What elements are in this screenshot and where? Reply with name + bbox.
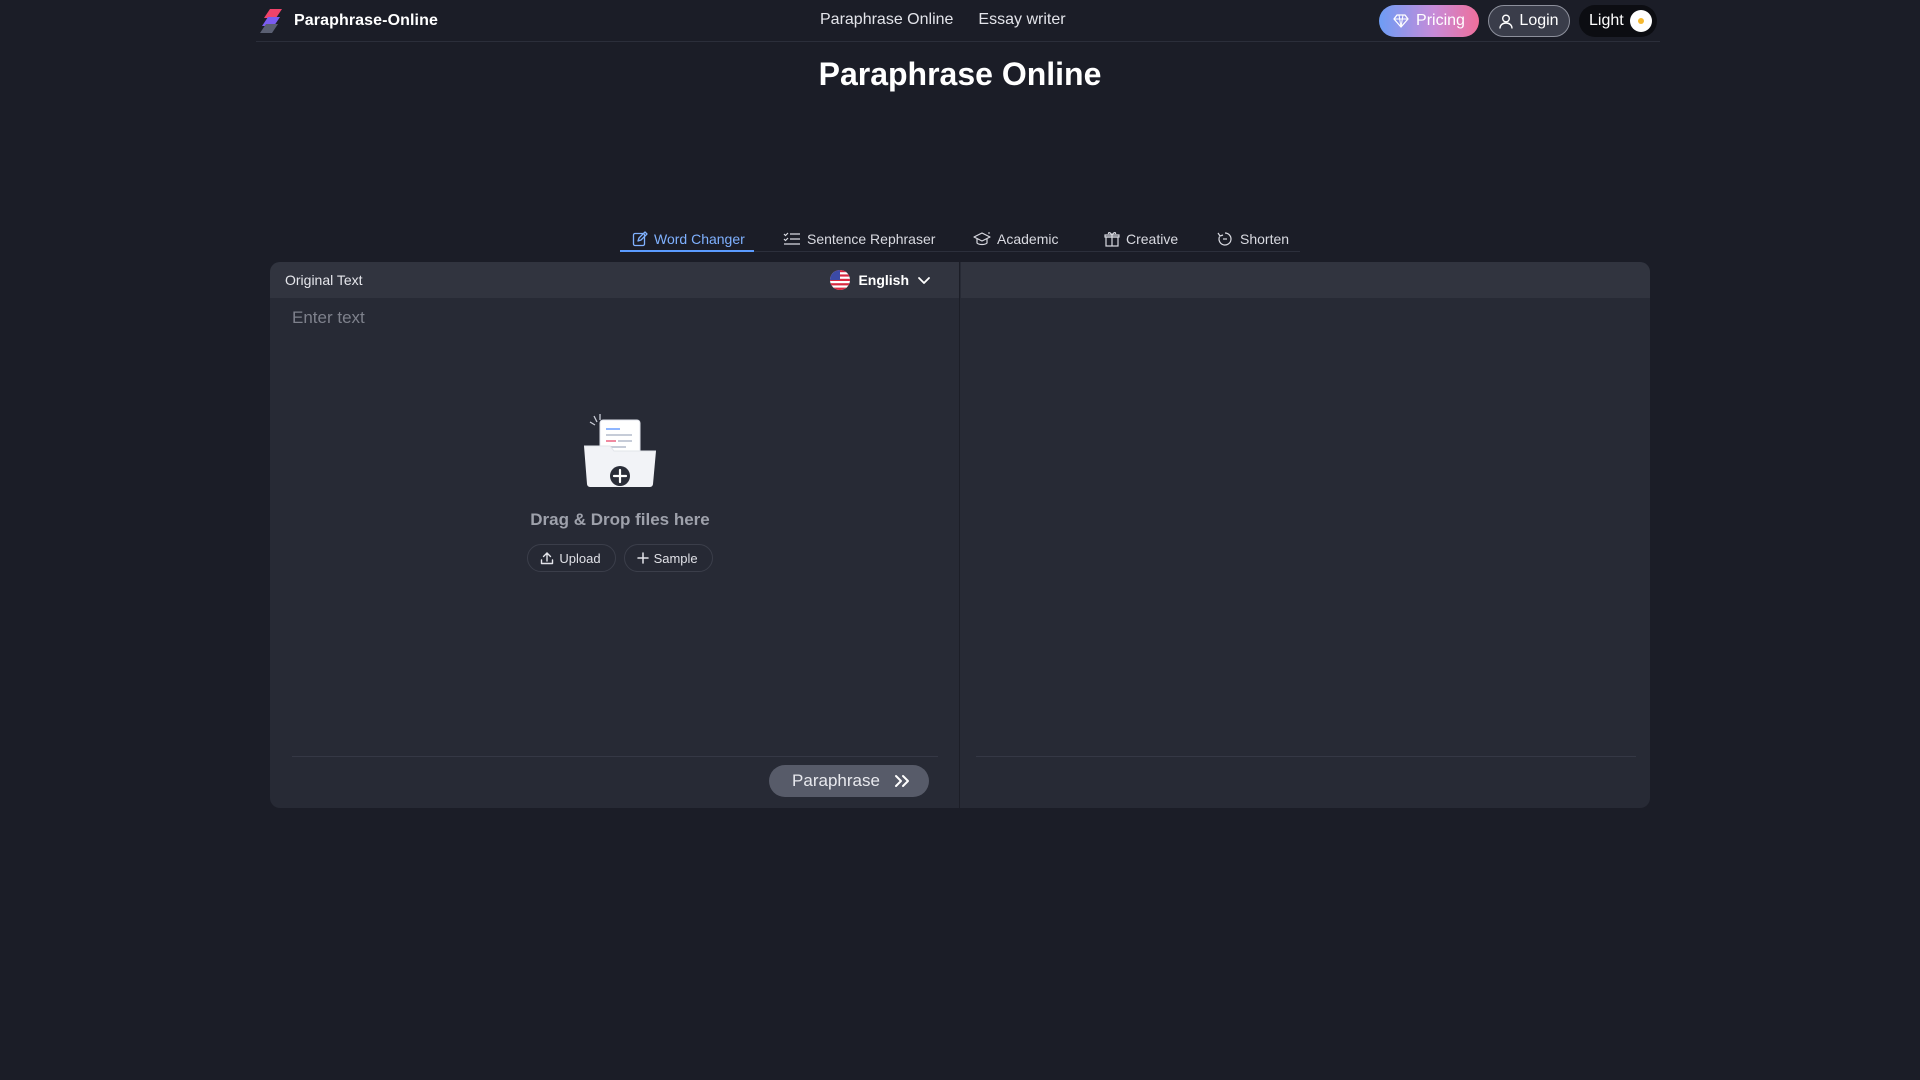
original-text-label: Original Text [285, 272, 363, 288]
output-panel-header [961, 262, 1650, 298]
language-select[interactable]: English [830, 270, 931, 290]
paraphrase-label: Paraphrase [792, 771, 880, 790]
logo[interactable]: Paraphrase-Online [260, 9, 438, 33]
tab-label: Sentence Rephraser [807, 231, 936, 247]
shrink-icon [1217, 232, 1232, 246]
pricing-button[interactable]: Pricing [1379, 5, 1479, 37]
tab-label: Creative [1126, 231, 1179, 247]
original-panel-header: Original Text English [270, 262, 959, 298]
top-header: Paraphrase-Online Paraphrase Online Essa… [256, 0, 1660, 42]
sample-button[interactable]: Sample [623, 544, 713, 572]
login-label: Login [1519, 12, 1559, 29]
tab-word-changer[interactable]: Word Changer [632, 226, 745, 252]
upload-label: Upload [559, 550, 601, 566]
graduation-cap-icon [973, 232, 991, 246]
tab-sentence-rephraser[interactable]: Sentence Rephraser [783, 226, 935, 252]
user-icon [1499, 14, 1514, 29]
tab-shorten[interactable]: Shorten [1216, 226, 1289, 252]
tab-label: Shorten [1240, 231, 1290, 247]
paraphrase-editor: Original Text English Enter text Drag & … [270, 262, 1650, 808]
theme-label: Light [1589, 12, 1624, 29]
nav-essay-writer[interactable]: Essay writer [978, 11, 1065, 29]
folder-upload-icon [584, 414, 656, 487]
logo-mark-icon [260, 9, 282, 33]
login-button[interactable]: Login [1488, 5, 1570, 37]
main-nav: Paraphrase Online Essay writer [820, 11, 1066, 29]
footer-divider [292, 756, 938, 757]
nav-paraphrase-online[interactable]: Paraphrase Online [820, 11, 953, 29]
drop-text: Drag & Drop files here [530, 510, 710, 529]
output-footer-divider [976, 756, 1636, 757]
upload-icon [541, 552, 554, 565]
language-label: English [858, 272, 909, 288]
tab-label: Academic [997, 231, 1059, 247]
chevron-down-icon [918, 277, 930, 284]
mode-tabs: Word Changer Sentence Rephraser Academic… [620, 226, 1300, 252]
active-tab-indicator [620, 250, 754, 252]
us-flag-icon [830, 270, 851, 290]
edit-icon [632, 231, 648, 247]
sample-label: Sample [653, 550, 698, 566]
tab-label: Word Changer [654, 231, 745, 247]
diamond-icon [1393, 14, 1409, 28]
output-text-panel [961, 262, 1650, 808]
file-drop-zone[interactable]: Drag & Drop files here Upload Sample [470, 410, 770, 572]
paraphrase-button[interactable]: Paraphrase [769, 765, 929, 797]
original-text-panel: Original Text English Enter text Drag & … [270, 262, 960, 808]
theme-toggle[interactable]: Light [1579, 5, 1657, 37]
gift-icon [1104, 232, 1120, 247]
sun-icon [1630, 10, 1652, 32]
tab-creative[interactable]: Creative [1104, 226, 1178, 252]
list-icon [783, 232, 800, 245]
tab-academic[interactable]: Academic [973, 226, 1058, 252]
upload-button[interactable]: Upload [527, 544, 616, 572]
logo-text: Paraphrase-Online [294, 12, 438, 29]
plus-icon [636, 552, 649, 564]
double-chevron-right-icon [894, 775, 909, 787]
page-title: Paraphrase Online [818, 56, 1102, 92]
drop-actions: Upload Sample [470, 544, 770, 572]
pricing-label: Pricing [1416, 12, 1465, 29]
